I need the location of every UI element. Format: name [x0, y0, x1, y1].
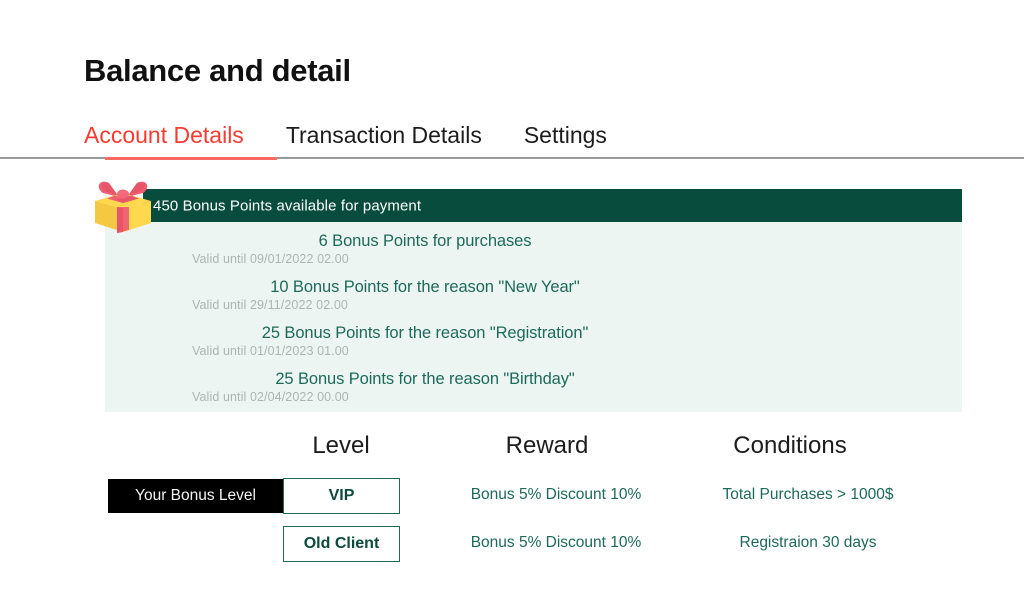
bonus-banner: 450 Bonus Points available for payment — [143, 189, 962, 222]
cell-conditions: Total Purchases > 1000$ — [722, 486, 894, 503]
tab-transaction-details[interactable]: Transaction Details — [265, 120, 503, 162]
bonus-item-title: 6 Bonus Points for purchases — [318, 232, 532, 250]
cell-conditions: Registraion 30 days — [739, 534, 877, 551]
list-item: 25 Bonus Points for the reason "Registra… — [105, 324, 962, 358]
bonus-banner-text: 450 Bonus Points available for payment — [153, 197, 422, 214]
list-item: 25 Bonus Points for the reason "Birthday… — [105, 370, 962, 404]
level-box-old-client[interactable]: Old Client — [283, 526, 400, 562]
column-header-conditions: Conditions — [733, 432, 847, 459]
bonus-item-validity: Valid until 01/01/2023 01.00 — [192, 344, 349, 358]
cell-reward: Bonus 5% Discount 10% — [470, 534, 642, 551]
page-root: Balance and detail Account Details Trans… — [0, 0, 1024, 597]
bonus-item-validity: Valid until 09/01/2022 02.00 — [192, 252, 349, 266]
table-header-row: Level Reward Conditions — [0, 432, 1024, 472]
bonus-item-title: 25 Bonus Points for the reason "Birthday… — [275, 370, 575, 388]
gift-icon — [89, 178, 157, 236]
bonus-item-validity: Valid until 02/04/2022 00.00 — [192, 390, 349, 404]
bonus-item-title: 25 Bonus Points for the reason "Registra… — [261, 324, 589, 342]
bonus-item-title: 10 Bonus Points for the reason "New Year… — [270, 278, 580, 296]
table-row: Old Client Bonus 5% Discount 10% Registr… — [0, 520, 1024, 568]
cell-reward: Bonus 5% Discount 10% — [470, 486, 642, 503]
level-table: Level Reward Conditions Your Bonus Level… — [0, 432, 1024, 568]
level-box-vip[interactable]: VIP — [283, 478, 400, 514]
list-item: 10 Bonus Points for the reason "New Year… — [105, 278, 962, 312]
bonus-item-validity: Valid until 29/11/2022 02.00 — [192, 298, 348, 312]
table-row: Your Bonus Level VIP Bonus 5% Discount 1… — [0, 472, 1024, 520]
tab-account-details[interactable]: Account Details — [84, 120, 265, 162]
tab-bar: Account Details Transaction Details Sett… — [0, 120, 1024, 162]
your-bonus-level-badge: Your Bonus Level — [108, 479, 283, 513]
bonus-list: 6 Bonus Points for purchases Valid until… — [105, 232, 962, 416]
tab-settings[interactable]: Settings — [503, 120, 628, 162]
column-header-reward: Reward — [505, 432, 589, 459]
column-header-level: Level — [312, 432, 370, 459]
active-tab-underline — [105, 157, 277, 160]
page-title: Balance and detail — [84, 53, 351, 88]
list-item: 6 Bonus Points for purchases Valid until… — [105, 232, 962, 266]
